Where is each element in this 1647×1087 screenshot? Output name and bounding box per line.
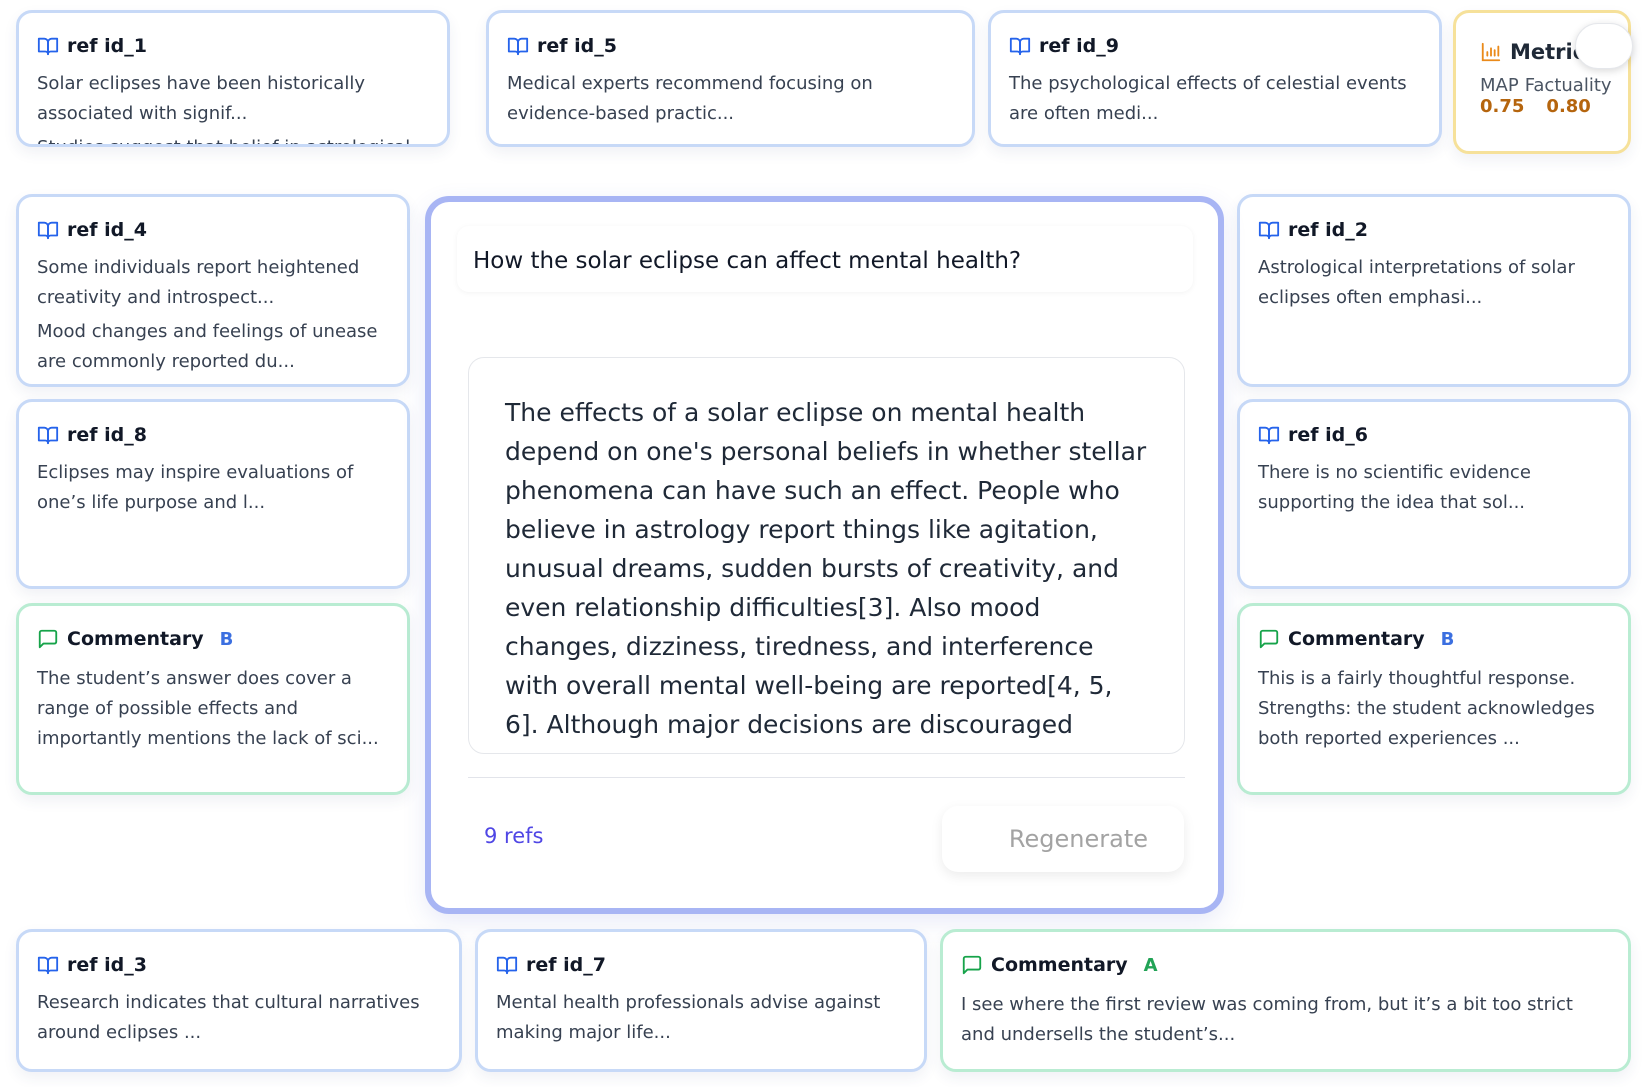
ref-title: ref id_9	[1039, 35, 1119, 57]
answer-text: The effects of a solar eclipse on mental…	[505, 398, 1147, 753]
ref-title: ref id_2	[1288, 219, 1368, 241]
commentary-title: Commentary	[1288, 628, 1425, 650]
message-square-icon	[962, 955, 982, 975]
commentary-badge: A	[1143, 954, 1158, 976]
ref-snippet: Research indicates that cultural narrati…	[37, 992, 420, 1043]
commentary-text: This is a fairly thoughtful response. St…	[1258, 668, 1595, 749]
ref-snippet: There is no scientific evidence supporti…	[1258, 462, 1531, 513]
divider	[468, 777, 1185, 778]
ref-title: ref id_5	[537, 35, 617, 57]
metric-label-factuality: Factuality	[1524, 75, 1612, 96]
ref-card-id-2[interactable]: ref id_2 Astrological interpretations of…	[1237, 194, 1631, 387]
bar-chart-icon	[1481, 42, 1501, 62]
commentary-title: Commentary	[991, 954, 1128, 976]
regenerate-button[interactable]: Regenerate	[942, 806, 1184, 872]
question-text: How the solar eclipse can affect mental …	[457, 226, 1193, 292]
metric-value-map: 0.75	[1480, 96, 1525, 117]
toggle-switch[interactable]	[1575, 23, 1633, 69]
ref-card-id-8[interactable]: ref id_8 Eclipses may inspire evaluation…	[16, 399, 410, 589]
ref-snippet: Studies suggest that belief in astrologi…	[37, 133, 429, 144]
commentary-text: The student’s answer does cover a range …	[37, 668, 379, 749]
ref-snippet: Solar eclipses have been historically as…	[37, 73, 365, 124]
book-open-icon	[37, 956, 59, 975]
commentary-title: Commentary	[67, 628, 204, 650]
ref-title: ref id_6	[1288, 424, 1368, 446]
ref-title: ref id_7	[526, 954, 606, 976]
metrics-title: Metric	[1510, 40, 1586, 64]
commentary-card-bottom[interactable]: Commentary A I see where the first revie…	[940, 929, 1631, 1072]
book-open-icon	[37, 221, 59, 240]
ref-snippet: Medical experts recommend focusing on ev…	[507, 73, 873, 124]
ref-card-id-1[interactable]: ref id_1 Solar eclipses have been histor…	[16, 10, 450, 147]
book-open-icon	[1258, 426, 1280, 445]
metric-value-factuality: 0.80	[1546, 96, 1591, 117]
commentary-text: I see where the first review was coming …	[961, 994, 1573, 1045]
book-open-icon	[37, 37, 59, 56]
ref-title: ref id_1	[67, 35, 147, 57]
ref-snippet: Mood changes and feelings of unease are …	[37, 321, 378, 372]
commentary-card-left[interactable]: Commentary B The student’s answer does c…	[16, 603, 410, 795]
commentary-badge: B	[1440, 628, 1455, 650]
commentary-card-right[interactable]: Commentary B This is a fairly thoughtful…	[1237, 603, 1631, 795]
ref-card-id-4[interactable]: ref id_4 Some individuals report heighte…	[16, 194, 410, 387]
ref-title: ref id_4	[67, 219, 147, 241]
message-square-icon	[38, 629, 58, 649]
refs-count-link[interactable]: 9 refs	[484, 824, 543, 848]
ref-title: ref id_3	[67, 954, 147, 976]
ref-snippet: Some individuals report heightened creat…	[37, 257, 360, 308]
book-open-icon	[507, 37, 529, 56]
book-open-icon	[37, 426, 59, 445]
ref-snippet: The psychological effects of celestial e…	[1009, 73, 1407, 124]
message-square-icon	[1259, 629, 1279, 649]
book-open-icon	[1258, 221, 1280, 240]
answer-box[interactable]: The effects of a solar eclipse on mental…	[468, 357, 1185, 754]
book-open-icon	[496, 956, 518, 975]
book-open-icon	[1009, 37, 1031, 56]
ref-snippet: Eclipses may inspire evaluations of one’…	[37, 462, 354, 513]
ref-card-id-6[interactable]: ref id_6 There is no scientific evidence…	[1237, 399, 1631, 589]
ref-snippet: Mental health professionals advise again…	[496, 992, 881, 1043]
ref-card-id-3[interactable]: ref id_3 Research indicates that cultura…	[16, 929, 462, 1072]
ref-title: ref id_8	[67, 424, 147, 446]
ref-card-id-7[interactable]: ref id_7 Mental health professionals adv…	[475, 929, 927, 1072]
main-qa-panel: How the solar eclipse can affect mental …	[425, 196, 1224, 914]
ref-snippet: Astrological interpretations of solar ec…	[1258, 257, 1575, 308]
metric-label-map: MAP	[1480, 75, 1519, 96]
commentary-badge: B	[219, 628, 234, 650]
ref-card-id-5[interactable]: ref id_5 Medical experts recommend focus…	[486, 10, 975, 147]
ref-card-id-9[interactable]: ref id_9 The psychological effects of ce…	[988, 10, 1442, 147]
